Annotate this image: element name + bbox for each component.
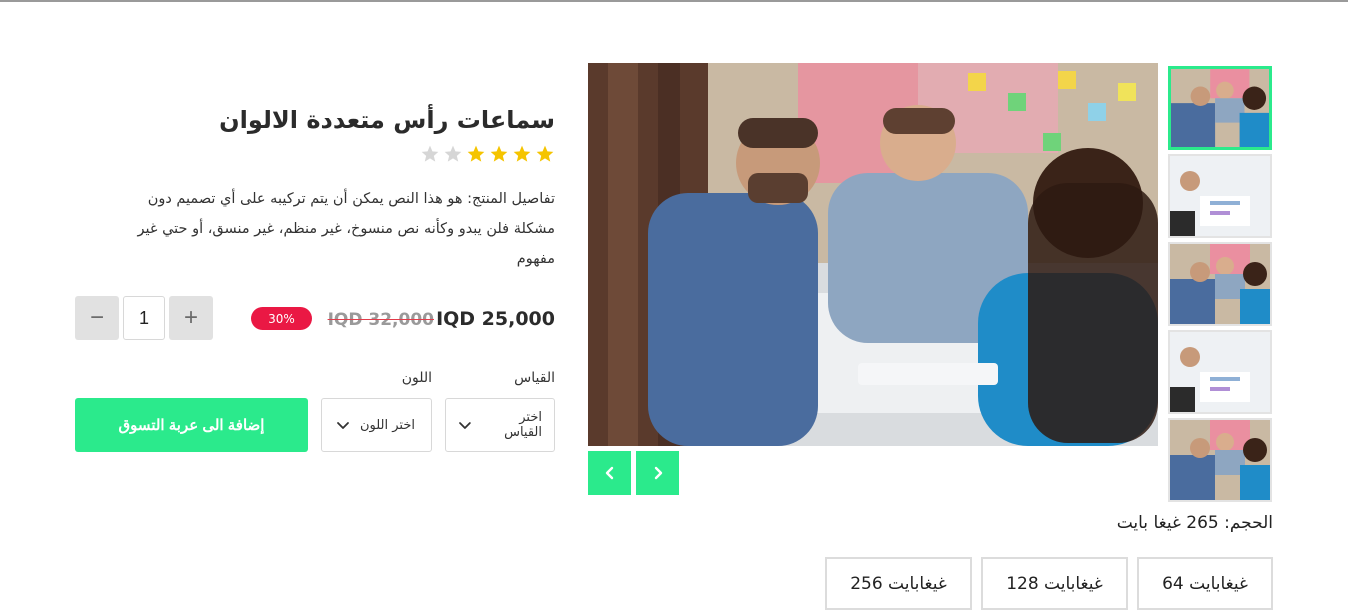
quantity-increase-button[interactable]: + [169, 296, 213, 340]
product-price: IQD 25,000 [436, 308, 555, 330]
star-empty-icon [444, 145, 462, 162]
chevron-left-icon [605, 466, 613, 480]
rating-stars [420, 144, 555, 164]
top-divider [0, 0, 1348, 2]
storage-option-256[interactable]: 256 غيغابايت [825, 557, 972, 610]
star-filled-icon [490, 145, 508, 162]
main-product-image [588, 63, 1158, 446]
thumbnail-5[interactable] [1168, 418, 1272, 502]
size-select[interactable]: اختر القياس [445, 398, 555, 452]
storage-option-64[interactable]: 64 غيغابايت [1137, 557, 1273, 610]
chevron-down-icon [337, 422, 349, 429]
thumbnail-3[interactable] [1168, 242, 1272, 326]
color-select-text: اختر اللون [359, 417, 415, 433]
chevron-down-icon [459, 422, 471, 429]
storage-option-128[interactable]: 128 غيغابايت [981, 557, 1128, 610]
chevron-right-icon [654, 466, 662, 480]
thumbnail-strip [1168, 66, 1272, 506]
meeting-photo [588, 63, 1158, 446]
star-empty-icon [421, 145, 439, 162]
thumbnail-4[interactable] [1168, 330, 1272, 414]
quantity-decrease-button[interactable]: − [75, 296, 119, 340]
thumbnail-1[interactable] [1168, 66, 1272, 150]
color-select[interactable]: اختر اللون [321, 398, 432, 452]
thumbnail-2[interactable] [1168, 154, 1272, 238]
gallery-prev-button[interactable] [588, 451, 631, 495]
storage-selected-text: الحجم: 265 غيغا بايت [1116, 513, 1273, 533]
product-description: تفاصيل المنتج: هو هذا النص يمكن أن يتم ت… [137, 191, 555, 267]
discount-badge: 30% [251, 307, 312, 330]
add-to-cart-button[interactable]: إضافة الى عربة التسوق [75, 398, 308, 452]
gallery-next-button[interactable] [636, 451, 679, 495]
size-label: القياس [514, 370, 555, 386]
star-filled-icon [513, 145, 531, 162]
quantity-input[interactable] [123, 296, 165, 340]
product-title: سماعات رأس متعددة الالوان [219, 106, 555, 134]
star-filled-icon [467, 145, 485, 162]
star-filled-icon [536, 145, 554, 162]
size-select-text: اختر القياس [504, 410, 542, 440]
color-label: اللون [401, 370, 432, 386]
product-old-price: IQD 32,000 [327, 310, 434, 330]
